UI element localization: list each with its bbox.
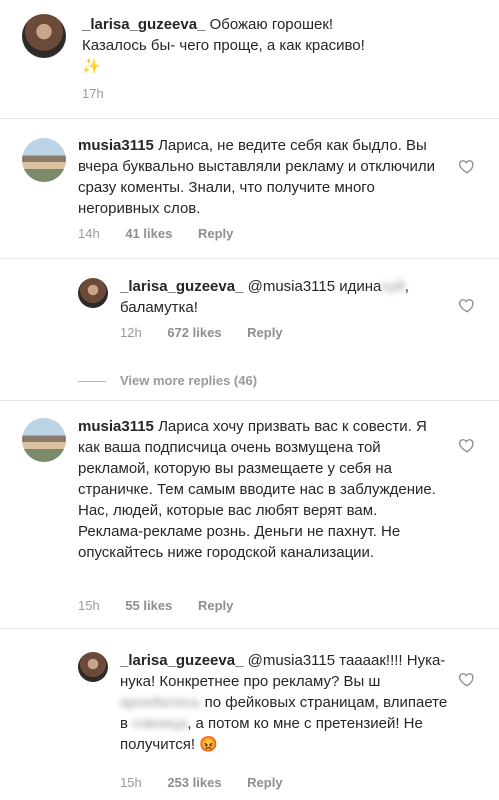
reply-username[interactable]: _larisa_guzeeva_ <box>120 652 243 669</box>
comment-meta: 15h 55 likes Reply <box>78 598 255 613</box>
comment-time: 15h <box>78 598 100 613</box>
comment-time: 14h <box>78 226 100 241</box>
reply-meta: 15h 253 likes Reply <box>120 775 305 790</box>
heart-icon[interactable] <box>458 670 476 688</box>
comment-username[interactable]: musia3115 <box>78 418 154 435</box>
likes-count[interactable]: 55 likes <box>125 598 172 613</box>
caption-meta: 17h <box>82 86 126 101</box>
comment-text: musia3115 Лариса хочу призвать вас к сов… <box>78 416 440 563</box>
reply-button[interactable]: Reply <box>198 598 233 613</box>
reply-text: _larisa_guzeeva_ @musia3115 таааак!!!! Н… <box>120 650 450 755</box>
comment-meta: 14h 41 likes Reply <box>78 226 255 241</box>
comment-username[interactable]: musia3115 <box>78 137 154 154</box>
avatar[interactable] <box>22 14 66 58</box>
blurred-text: арое6итесь <box>120 694 201 711</box>
likes-count[interactable]: 41 likes <box>125 226 172 241</box>
blurred-text: хуй <box>381 278 405 295</box>
reply-meta: 12h 672 likes Reply <box>120 325 305 340</box>
likes-count[interactable]: 253 likes <box>167 775 221 790</box>
reply-time: 15h <box>120 775 142 790</box>
caption-text-line1: Обожаю горошек! <box>209 16 334 33</box>
avatar[interactable] <box>22 138 66 182</box>
divider <box>0 400 499 401</box>
heart-icon[interactable] <box>458 157 476 175</box>
post-caption: _larisa_guzeeva_ Обожаю горошек! Казалос… <box>82 14 482 77</box>
heart-icon[interactable] <box>458 296 476 314</box>
reply-button[interactable]: Reply <box>198 226 233 241</box>
comment-body: Лариса хочу призвать вас к совести. Я ка… <box>78 418 436 561</box>
avatar[interactable] <box>78 278 108 308</box>
divider <box>0 118 499 119</box>
divider <box>78 381 106 383</box>
reply-button[interactable]: Reply <box>247 325 282 340</box>
reply-button[interactable]: Reply <box>247 775 282 790</box>
angry-emoji: 😡 <box>199 736 218 753</box>
likes-count[interactable]: 672 likes <box>167 325 221 340</box>
reply-body-part1: идина <box>339 278 382 295</box>
caption-username[interactable]: _larisa_guzeeva_ <box>82 16 205 33</box>
mention-link[interactable]: @musia3115 <box>248 652 336 669</box>
divider <box>0 258 499 259</box>
avatar[interactable] <box>78 652 108 682</box>
avatar[interactable] <box>22 418 66 462</box>
blurred-text: говница <box>132 715 188 732</box>
caption-text-line2: Казалось бы- чего проще, а как красиво! <box>82 37 365 54</box>
mention-link[interactable]: @musia3115 <box>248 278 336 295</box>
reply-text: _larisa_guzeeva_ @musia3115 идинахуй, ба… <box>120 276 450 318</box>
view-more-replies[interactable]: View more replies (46) <box>78 373 257 388</box>
comment-text: musia3115 Лариса, не ведите себя как быд… <box>78 135 440 219</box>
view-more-label[interactable]: View more replies (46) <box>120 373 257 388</box>
sparkle-emoji: ✨ <box>82 58 101 75</box>
reply-username[interactable]: _larisa_guzeeva_ <box>120 278 243 295</box>
caption-time: 17h <box>82 86 104 101</box>
reply-time: 12h <box>120 325 142 340</box>
heart-icon[interactable] <box>458 436 476 454</box>
divider <box>0 628 499 629</box>
